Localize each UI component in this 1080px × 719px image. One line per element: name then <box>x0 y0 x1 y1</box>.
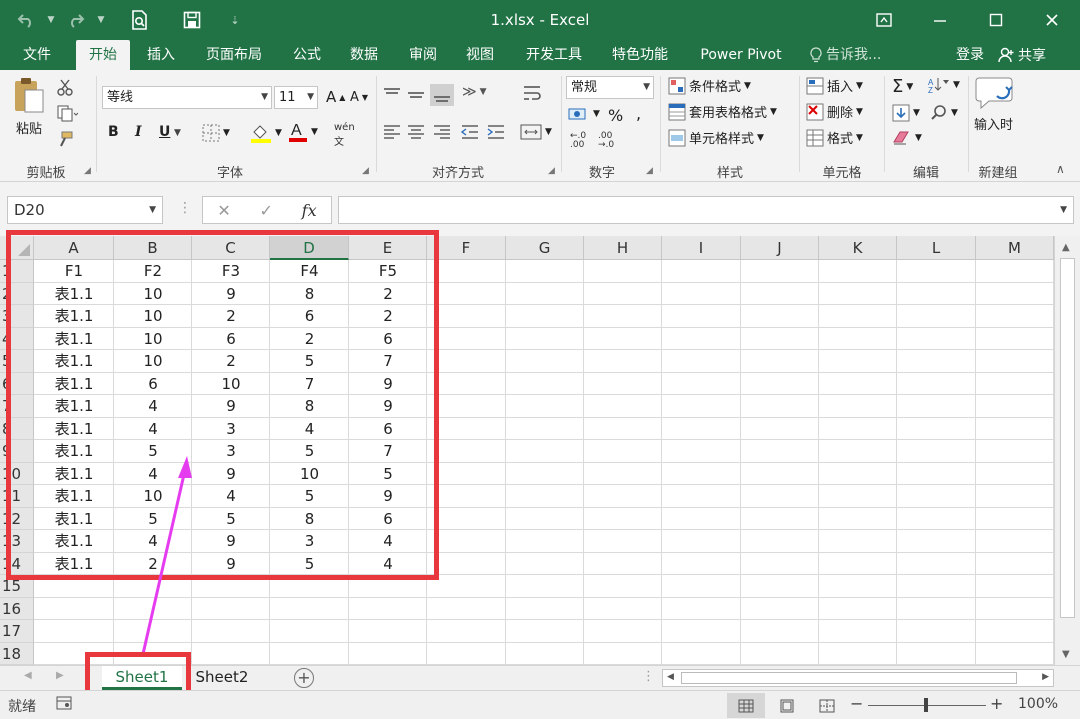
zoom-slider-thumb[interactable] <box>924 698 928 712</box>
scroll-left-icon[interactable]: ◀ <box>667 672 674 682</box>
zoom-out-icon[interactable]: − <box>850 694 863 713</box>
horizontal-scroll-thumb[interactable] <box>681 672 1017 684</box>
new-sheet-icon[interactable]: + <box>294 668 314 688</box>
annotation-arrow <box>141 456 192 655</box>
page-layout-view-icon[interactable] <box>768 693 806 718</box>
prev-sheet-icon[interactable]: ◀ <box>24 670 32 681</box>
status-bar: 就绪 − + 100% <box>0 690 1080 719</box>
horizontal-scrollbar[interactable]: ◀ ▶ <box>662 669 1054 687</box>
normal-view-icon[interactable] <box>727 693 765 718</box>
macro-record-icon[interactable] <box>56 696 72 714</box>
zoom-level[interactable]: 100% <box>1018 696 1058 712</box>
next-sheet-icon[interactable]: ▶ <box>56 670 64 681</box>
zoom-in-icon[interactable]: + <box>990 694 1003 713</box>
sheet-tab-sheet2[interactable]: Sheet2 <box>186 666 258 690</box>
scroll-right-icon[interactable]: ▶ <box>1042 672 1049 682</box>
tab-split-grip[interactable]: ⋮ <box>642 669 655 684</box>
status-ready: 就绪 <box>8 699 36 715</box>
page-break-view-icon[interactable] <box>808 693 846 718</box>
